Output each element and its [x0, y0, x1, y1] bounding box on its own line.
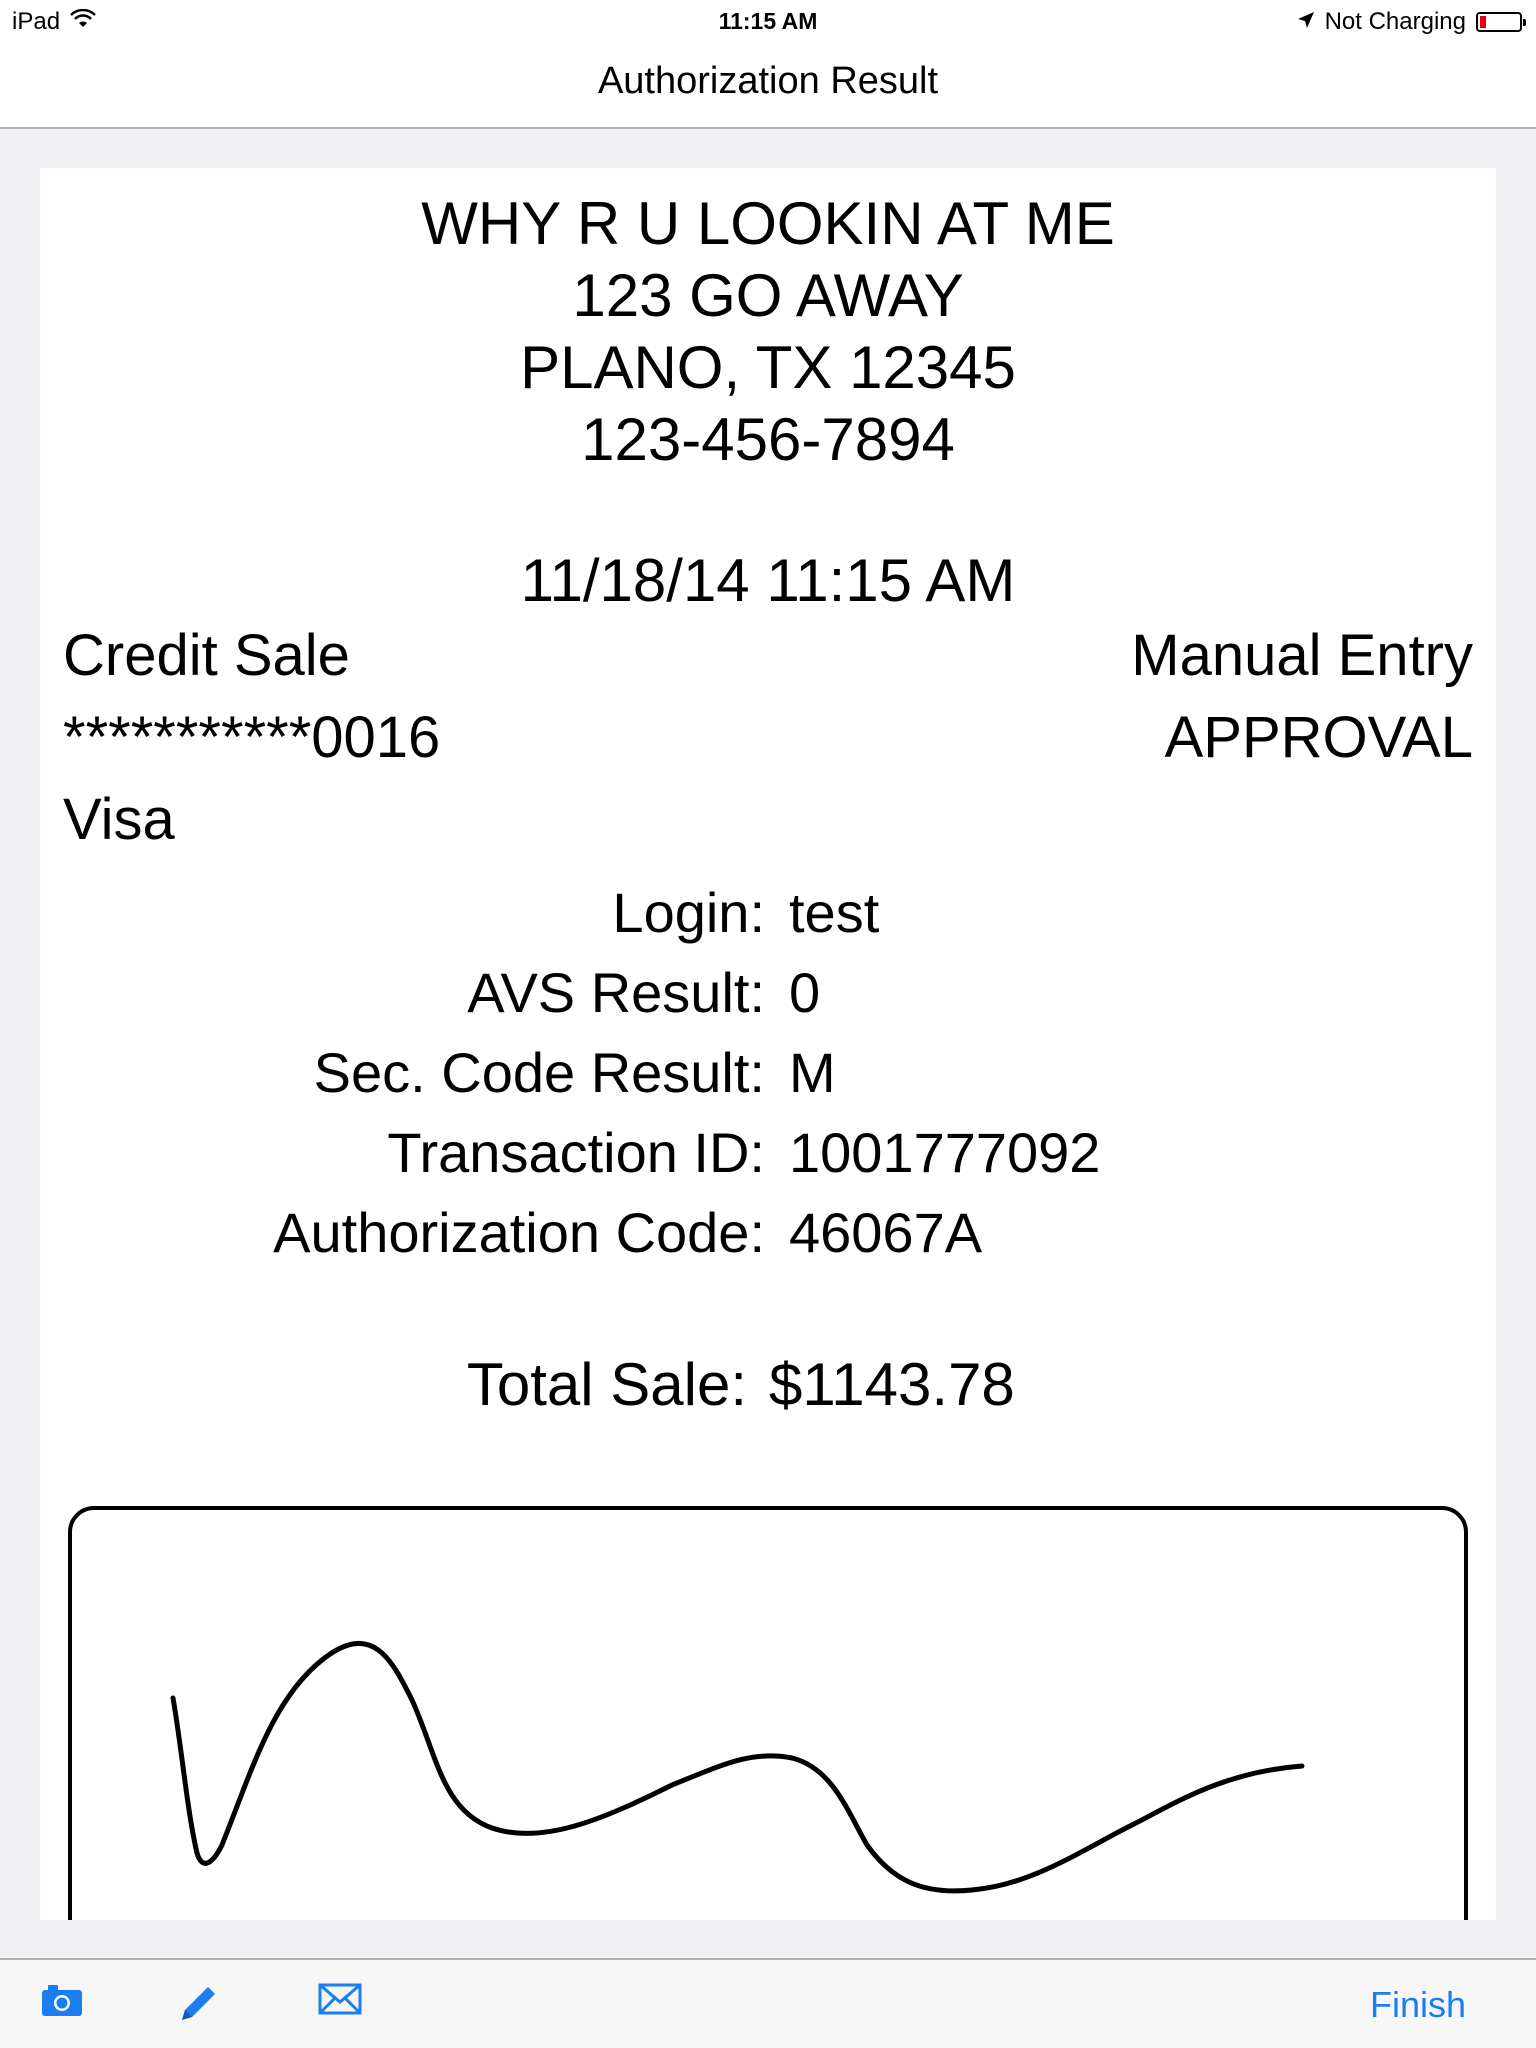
detail-label: AVS Result: [467, 961, 765, 1024]
transaction-type: Credit Sale [63, 623, 350, 688]
transaction-datetime: 11/18/14 11:15 AM [520, 547, 1016, 614]
signature-image [170, 1640, 1305, 1894]
bottom-toolbar: Finish [0, 1958, 1536, 2048]
total-label: Total Sale: [466, 1351, 747, 1418]
location-arrow-icon [1297, 8, 1315, 36]
battery-icon [1476, 12, 1526, 32]
detail-row: Authorization Code: 46067A [40, 1200, 1496, 1265]
detail-row: Sec. Code Result: M [40, 1040, 1496, 1105]
camera-icon[interactable] [40, 1982, 84, 2023]
merchant-name: WHY R U LOOKIN AT ME [421, 190, 1115, 257]
receipt: WHY R U LOOKIN AT ME 123 GO AWAY PLANO, … [40, 168, 1496, 1920]
total-value: $1143.78 [769, 1351, 1015, 1418]
detail-row: AVS Result: 0 [40, 960, 1496, 1025]
signature-box [68, 1506, 1468, 1920]
entry-mode: Manual Entry [1131, 623, 1473, 688]
merchant-phone: 123-456-7894 [581, 406, 955, 473]
detail-value: 1001777092 [789, 1121, 1101, 1184]
total-row: Total Sale: $1143.78 [40, 1350, 1496, 1419]
detail-row: Transaction ID: 1001777092 [40, 1120, 1496, 1185]
detail-value: M [789, 1041, 836, 1104]
merchant-block: WHY R U LOOKIN AT ME 123 GO AWAY PLANO, … [40, 188, 1496, 476]
merchant-city: PLANO, TX 12345 [520, 334, 1016, 401]
card-row: ***********0016 APPROVAL [63, 704, 1473, 771]
detail-label: Transaction ID: [387, 1121, 765, 1184]
page-title: Authorization Result [597, 60, 939, 102]
detail-row: Login: test [40, 880, 1496, 945]
detail-value: 46067A [789, 1201, 983, 1264]
card-brand: Visa [63, 787, 175, 852]
detail-label: Sec. Code Result: [313, 1041, 765, 1104]
detail-label: Login: [612, 881, 765, 944]
merchant-address: 123 GO AWAY [572, 262, 964, 329]
transaction-type-row: Credit Sale Manual Entry [63, 622, 1473, 689]
pencil-icon[interactable] [176, 1982, 220, 2031]
approval-status: APPROVAL [1164, 705, 1473, 770]
charging-status: Not Charging [1324, 8, 1466, 35]
navigation-bar: Authorization Result [0, 40, 1536, 129]
detail-value: test [789, 881, 880, 944]
mail-icon[interactable] [318, 1982, 362, 2021]
detail-value: 0 [789, 961, 821, 1024]
detail-label: Authorization Code: [273, 1201, 765, 1264]
card-number: ***********0016 [63, 705, 441, 770]
card-brand-row: Visa [63, 786, 1473, 853]
status-bar: iPad 11:15 AM Not Charging [0, 0, 1536, 40]
finish-button[interactable]: Finish [1370, 1984, 1466, 2026]
status-right: Not Charging [1297, 8, 1526, 36]
